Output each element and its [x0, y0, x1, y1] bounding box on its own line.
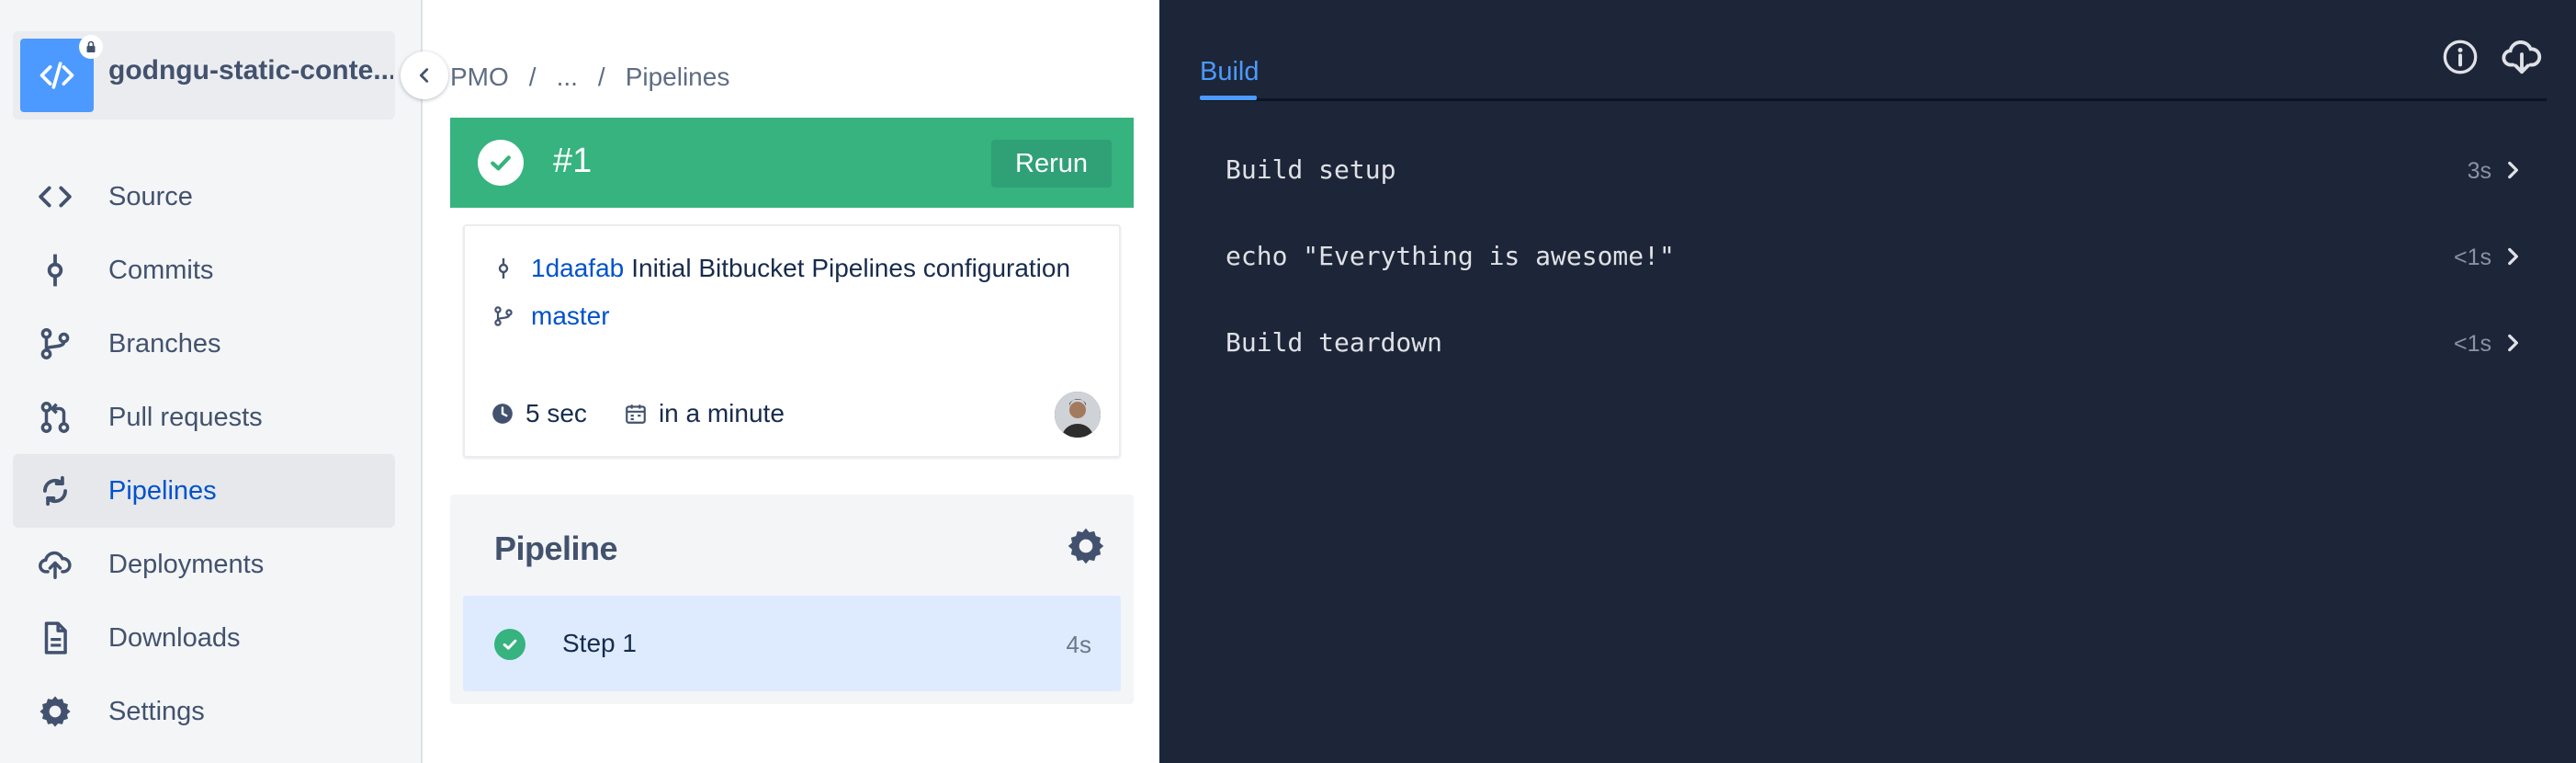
rerun-button[interactable]: Rerun	[991, 140, 1112, 188]
sidebar: godngu-static-conte... Source Commits Br…	[0, 0, 448, 763]
author-avatar[interactable]	[1055, 392, 1101, 438]
calendar-icon	[626, 404, 646, 424]
commit-icon	[498, 258, 509, 279]
gear-icon	[37, 693, 73, 730]
code-icon	[40, 62, 74, 89]
sidebar-item-commits[interactable]: Commits	[13, 233, 395, 307]
log-step-time: <1s	[2453, 331, 2491, 357]
commit-hash-link[interactable]: 1daafab	[531, 254, 624, 283]
step-duration: 4s	[1066, 631, 1091, 658]
log-step-name: Build setup	[1226, 154, 1396, 185]
sidebar-item-settings[interactable]: Settings	[13, 675, 395, 748]
pipeline-panel: Pipeline Step 1 4s	[450, 495, 1134, 704]
sidebar-item-label: Pull requests	[108, 402, 263, 432]
repo-avatar	[20, 35, 103, 112]
repo-header[interactable]: godngu-static-conte...	[13, 31, 395, 120]
check-circle-icon	[494, 629, 525, 660]
pipeline-settings-button[interactable]	[1066, 526, 1106, 566]
repo-name[interactable]: godngu-static-conte...	[108, 55, 393, 86]
step-label: Step 1	[562, 629, 637, 657]
sidebar-item-label: Commits	[108, 255, 214, 285]
log-step-name: Build teardown	[1226, 327, 1443, 358]
breadcrumb-separator: /	[528, 63, 537, 91]
breadcrumb: PMO / ... / Pipelines	[450, 63, 729, 92]
build-log-panel: Build Build setup 3s echo "Everything is…	[1159, 0, 2576, 763]
breadcrumb-item-repo[interactable]: ...	[557, 63, 578, 92]
info-icon[interactable]	[2442, 39, 2479, 75]
sidebar-item-label: Settings	[108, 696, 205, 726]
sidebar-item-deployments[interactable]: Deployments	[13, 528, 395, 601]
pipeline-step[interactable]: Step 1 4s	[463, 596, 1121, 691]
commit-card: 1daafab Initial Bitbucket Pipelines conf…	[463, 224, 1121, 458]
branch-icon	[494, 306, 513, 326]
run-status-header: #1 Rerun	[450, 118, 1134, 208]
chevron-right-icon	[2501, 245, 2525, 268]
sidebar-item-label: Source	[108, 181, 193, 211]
log-step-build-teardown[interactable]: Build teardown <1s	[1200, 311, 2547, 375]
check-circle-icon	[478, 140, 524, 186]
sidebar-item-source[interactable]: Source	[13, 160, 395, 233]
sidebar-item-label: Downloads	[108, 622, 241, 653]
commit-info: 1daafab Initial Bitbucket Pipelines conf…	[492, 254, 1070, 283]
branch-link[interactable]: master	[531, 302, 610, 331]
branch-info: master	[492, 302, 610, 331]
sidebar-item-downloads[interactable]: Downloads	[13, 601, 395, 675]
active-tab-indicator	[1200, 96, 1257, 100]
log-step-build-setup[interactable]: Build setup 3s	[1200, 138, 2547, 202]
chevron-right-icon	[2501, 331, 2525, 355]
pipeline-title: Pipeline	[494, 530, 618, 567]
run-meta: 5 sec in a minute	[491, 399, 785, 428]
log-step-time: <1s	[2453, 245, 2491, 270]
clock-icon	[492, 404, 513, 424]
chevron-right-icon	[2501, 158, 2525, 182]
sidebar-item-branches[interactable]: Branches	[13, 307, 395, 381]
run-duration: 5 sec	[525, 399, 587, 427]
sidebar-item-label: Pipelines	[108, 475, 217, 506]
chevron-left-icon	[419, 68, 429, 83]
breadcrumb-item-pipelines[interactable]: Pipelines	[626, 63, 730, 92]
pull-request-icon	[37, 399, 73, 436]
log-step-time: 3s	[2467, 158, 2491, 184]
gear-icon	[1068, 528, 1104, 564]
sidebar-item-pull-requests[interactable]: Pull requests	[13, 381, 395, 454]
download-log-icon[interactable]	[2501, 35, 2543, 77]
sidebar-item-pipelines[interactable]: Pipelines	[13, 454, 395, 528]
run-time: in a minute	[658, 399, 785, 427]
run-number: #1	[553, 142, 593, 180]
breadcrumb-separator: /	[597, 63, 605, 91]
sidebar-nav: Source Commits Branches Pull requests Pi…	[13, 160, 395, 748]
log-step-name: echo "Everything is awesome!"	[1226, 241, 1675, 271]
tab-build[interactable]: Build	[1200, 57, 1260, 87]
tab-divider	[1200, 98, 2547, 101]
download-icon	[37, 620, 73, 656]
breadcrumb-item-workspace[interactable]: PMO	[450, 63, 509, 92]
collapse-sidebar-button[interactable]	[401, 51, 448, 99]
lock-icon	[79, 35, 103, 59]
branch-icon	[37, 325, 73, 362]
pipelines-icon	[37, 473, 73, 509]
commit-message: Initial Bitbucket Pipelines configuratio…	[631, 254, 1071, 282]
sidebar-item-label: Branches	[108, 328, 221, 359]
sidebar-item-label: Deployments	[108, 549, 265, 579]
commit-icon	[37, 252, 73, 289]
deployments-icon	[37, 546, 73, 583]
log-step-echo[interactable]: echo "Everything is awesome!" <1s	[1200, 224, 2547, 289]
code-icon	[37, 178, 73, 215]
